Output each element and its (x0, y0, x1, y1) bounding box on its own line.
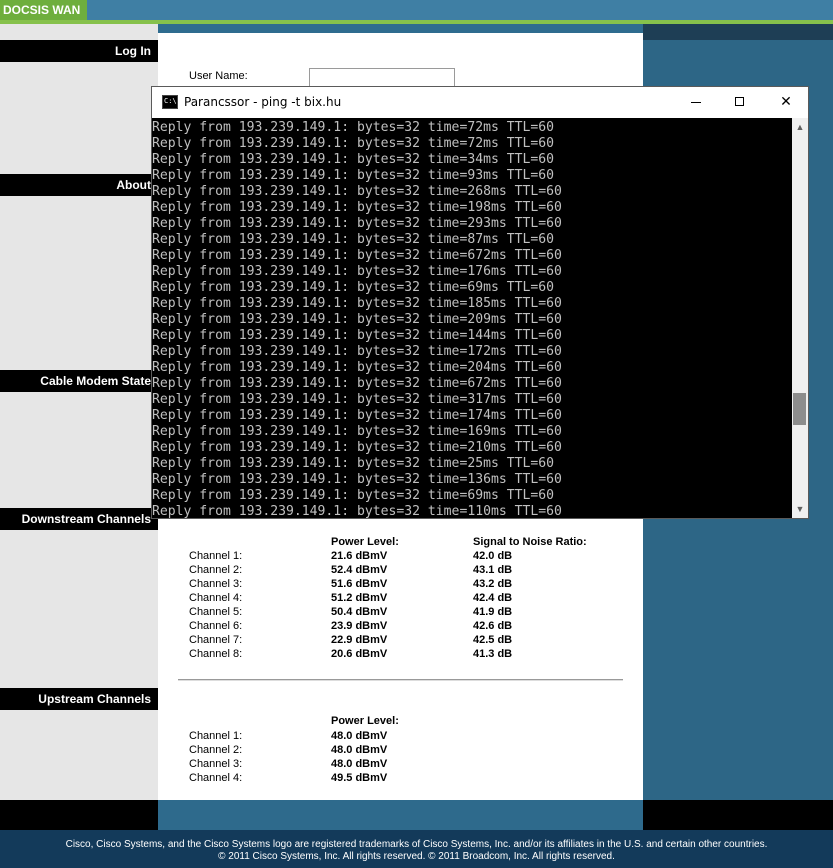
downstream-channel-label: Channel 6: (189, 620, 243, 632)
console-line: Reply from 193.239.149.1: bytes=32 time=… (152, 312, 562, 327)
console-line: Reply from 193.239.149.1: bytes=32 time=… (152, 296, 562, 311)
downstream-power-value: 21.6 dBmV (331, 550, 388, 562)
browser-page: DOCSIS WAN Log In About Cable Modem Stat… (0, 0, 833, 868)
top-banner (0, 0, 833, 20)
downstream-snr-value: 42.4 dB (473, 592, 513, 604)
cmd-icon-text: C:\ (164, 97, 177, 105)
console-line: Reply from 193.239.149.1: bytes=32 time=… (152, 392, 562, 407)
downstream-channel-label: Channel 2: (189, 564, 243, 576)
upstream-power-value: 48.0 dBmV (331, 758, 388, 770)
downstream-channel-label: Channel 3: (189, 578, 243, 590)
downstream-channel-label: Channel 1: (189, 550, 243, 562)
console-line: Reply from 193.239.149.1: bytes=32 time=… (152, 488, 555, 503)
upstream-channel-label: Channel 1: (189, 730, 243, 742)
bottom-bar-middle (158, 800, 643, 830)
downstream-power-value: 51.6 dBmV (331, 578, 388, 590)
console-line: Reply from 193.239.149.1: bytes=32 time=… (152, 472, 562, 487)
close-icon: ✕ (780, 94, 792, 110)
upstream-power-value: 48.0 dBmV (331, 730, 388, 742)
console-line: Reply from 193.239.149.1: bytes=32 time=… (152, 232, 555, 247)
docsis-wan-tab[interactable]: DOCSIS WAN (0, 0, 87, 20)
upstream-channel-label: Channel 2: (189, 744, 243, 756)
console-line: Reply from 193.239.149.1: bytes=32 time=… (152, 360, 562, 375)
cmd-icon[interactable]: C:\ (162, 95, 178, 109)
footer-copyright: © 2011 Cisco Systems, Inc. All rights re… (218, 851, 615, 862)
footer: Cisco, Cisco Systems, and the Cisco Syst… (0, 830, 833, 868)
nav-item-cable-modem-state[interactable]: Cable Modem State (0, 370, 158, 392)
console-line: Reply from 193.239.149.1: bytes=32 time=… (152, 280, 555, 295)
console-line: Reply from 193.239.149.1: bytes=32 time=… (152, 168, 555, 183)
console-line: Reply from 193.239.149.1: bytes=32 time=… (152, 120, 555, 135)
downstream-power-value: 23.9 dBmV (331, 620, 388, 632)
command-prompt-window[interactable]: C:\ Parancssor - ping -t bix.hu ✕ Reply … (151, 86, 809, 519)
section-divider (178, 679, 623, 681)
content-top-separator (158, 24, 643, 33)
console-line: Reply from 193.239.149.1: bytes=32 time=… (152, 344, 562, 359)
downstream-power-value: 50.4 dBmV (331, 606, 388, 618)
downstream-channel-label: Channel 7: (189, 634, 243, 646)
console-line: Reply from 193.239.149.1: bytes=32 time=… (152, 376, 562, 391)
username-label: User Name: (189, 70, 248, 82)
console-line: Reply from 193.239.149.1: bytes=32 time=… (152, 200, 562, 215)
console-line: Reply from 193.239.149.1: bytes=32 time=… (152, 248, 562, 263)
right-dark-strip (643, 24, 833, 40)
downstream-snr-value: 43.1 dB (473, 564, 513, 576)
upstream-power-value: 49.5 dBmV (331, 772, 388, 784)
downstream-power-value: 51.2 dBmV (331, 592, 388, 604)
console-line: Reply from 193.239.149.1: bytes=32 time=… (152, 216, 562, 231)
minimize-icon (691, 102, 701, 103)
maximize-icon (735, 97, 744, 106)
upstream-power-header: Power Level: (331, 715, 399, 727)
downstream-snr-header: Signal to Noise Ratio: (473, 536, 587, 548)
nav-item-upstream-channels[interactable]: Upstream Channels (0, 688, 158, 710)
upstream-power-value: 48.0 dBmV (331, 744, 388, 756)
downstream-channel-label: Channel 4: (189, 592, 243, 604)
nav-item-about[interactable]: About (0, 174, 158, 196)
bottom-bar-left (0, 800, 158, 830)
console-line: Reply from 193.239.149.1: bytes=32 time=… (152, 184, 562, 199)
window-titlebar[interactable]: C:\ Parancssor - ping -t bix.hu ✕ (152, 87, 808, 118)
scrollbar-thumb[interactable] (793, 393, 806, 425)
bottom-bar-right (643, 800, 833, 830)
close-button[interactable]: ✕ (764, 87, 808, 118)
upstream-channel-label: Channel 4: (189, 772, 243, 784)
downstream-snr-value: 42.5 dB (473, 634, 513, 646)
footer-trademark: Cisco, Cisco Systems, and the Cisco Syst… (65, 839, 768, 850)
downstream-snr-value: 41.9 dB (473, 606, 513, 618)
window-title: Parancssor - ping -t bix.hu (184, 95, 342, 109)
downstream-channel-label: Channel 8: (189, 648, 243, 660)
console-line: Reply from 193.239.149.1: bytes=32 time=… (152, 136, 555, 151)
downstream-channel-label: Channel 5: (189, 606, 243, 618)
console-line: Reply from 193.239.149.1: bytes=32 time=… (152, 152, 555, 167)
downstream-power-value: 22.9 dBmV (331, 634, 388, 646)
downstream-power-value: 20.6 dBmV (331, 648, 388, 660)
downstream-power-value: 52.4 dBmV (331, 564, 388, 576)
console-line: Reply from 193.239.149.1: bytes=32 time=… (152, 408, 562, 423)
scroll-up-arrow-icon[interactable]: ▲ (792, 120, 808, 134)
console-line: Reply from 193.239.149.1: bytes=32 time=… (152, 504, 562, 518)
nav-item-downstream-channels[interactable]: Downstream Channels (0, 508, 158, 530)
console-line: Reply from 193.239.149.1: bytes=32 time=… (152, 424, 562, 439)
scroll-down-arrow-icon[interactable]: ▼ (792, 502, 808, 516)
downstream-snr-value: 42.6 dB (473, 620, 513, 632)
username-input[interactable] (309, 68, 455, 88)
left-nav-column (0, 24, 158, 800)
console-line: Reply from 193.239.149.1: bytes=32 time=… (152, 328, 562, 343)
upstream-channel-label: Channel 3: (189, 758, 243, 770)
console-output[interactable]: Reply from 193.239.149.1: bytes=32 time=… (152, 118, 792, 518)
console-scrollbar[interactable]: ▲ ▼ (792, 118, 808, 518)
nav-item-log-in[interactable]: Log In (0, 40, 158, 62)
console-line: Reply from 193.239.149.1: bytes=32 time=… (152, 264, 562, 279)
downstream-snr-value: 43.2 dB (473, 578, 513, 590)
downstream-power-header: Power Level: (331, 536, 399, 548)
downstream-snr-value: 41.3 dB (473, 648, 513, 660)
downstream-snr-value: 42.0 dB (473, 550, 513, 562)
console-line: Reply from 193.239.149.1: bytes=32 time=… (152, 440, 562, 455)
console-line: Reply from 193.239.149.1: bytes=32 time=… (152, 456, 555, 471)
